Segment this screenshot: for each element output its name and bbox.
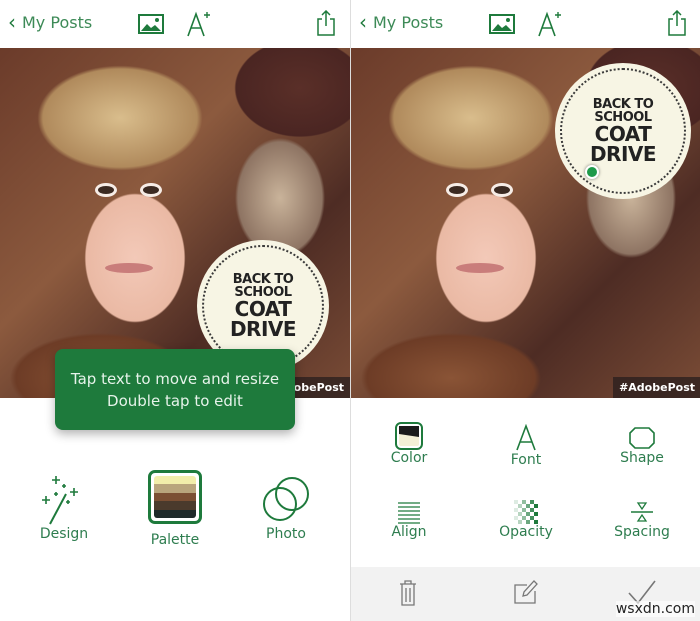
back-button[interactable]: ‹ My Posts — [359, 12, 443, 32]
badge-line4: DRIVE — [589, 142, 657, 166]
photo-eye — [140, 183, 162, 197]
post-photo[interactable]: BACK TO SCHOOL COAT DRIVE #AdobePost — [351, 48, 700, 398]
opacity-cell — [522, 508, 526, 512]
toast-line1: Tap text to move and resize — [70, 369, 280, 388]
add-text-icon[interactable] — [186, 10, 212, 38]
tool-opacity[interactable]: Opacity — [488, 500, 564, 540]
tool-label: Spacing — [614, 524, 670, 540]
tool-label: Color — [390, 450, 428, 466]
opacity-cell — [514, 508, 518, 512]
tool-shape[interactable]: Shape — [604, 426, 680, 466]
opacity-cell — [514, 516, 518, 520]
opacity-cell — [522, 516, 526, 520]
opacity-cell — [522, 500, 526, 504]
badge-line3: COAT — [594, 122, 652, 146]
tool-label: Align — [391, 524, 427, 540]
nav-bar: ‹ My Posts — [0, 0, 350, 48]
tool-photo[interactable]: Photo — [258, 472, 314, 542]
badge-line1: BACK TO — [592, 97, 654, 112]
hint-toast[interactable]: Tap text to move and resize Double tap t… — [55, 349, 295, 430]
magic-wand-icon — [42, 476, 78, 525]
opacity-icon — [514, 500, 538, 524]
toast-line2: Double tap to edit — [107, 391, 243, 410]
spacing-icon — [631, 502, 653, 522]
badge-line1: BACK TO — [232, 272, 294, 287]
resize-handle[interactable] — [585, 165, 599, 179]
tool-label: Opacity — [499, 524, 553, 540]
tool-label: Design — [39, 526, 89, 542]
photo-eye — [491, 183, 513, 197]
tool-label: Photo — [266, 526, 306, 542]
palette-icon — [148, 470, 202, 524]
tool-design[interactable]: Design — [36, 472, 92, 542]
right-screen: ‹ My Posts BACK TO SCHOOL COAT DRIVE #Ad… — [350, 0, 700, 621]
image-icon[interactable] — [138, 14, 164, 34]
badge-line2: SCHOOL — [594, 110, 652, 125]
add-text-icon[interactable] — [537, 10, 563, 38]
watermark: wsxdn.com — [615, 601, 695, 617]
chevron-left-icon: ‹ — [359, 10, 367, 34]
tool-align[interactable]: Align — [371, 500, 447, 540]
font-icon — [516, 424, 536, 451]
photo-mouth — [456, 263, 504, 273]
opacity-cell — [530, 516, 534, 520]
nav-bar: ‹ My Posts — [351, 0, 700, 48]
back-button[interactable]: ‹ My Posts — [8, 12, 92, 32]
opacity-cell — [518, 504, 522, 508]
hashtag-label: #AdobePost — [613, 377, 700, 398]
photo-mouth — [105, 263, 153, 273]
opacity-cell — [530, 500, 534, 504]
share-icon[interactable] — [667, 10, 687, 36]
tool-color[interactable]: Color — [371, 422, 447, 466]
post-photo[interactable]: BACK TO SCHOOL COAT DRIVE #AdobePost — [0, 48, 350, 398]
text-badge-selected[interactable]: BACK TO SCHOOL COAT DRIVE — [555, 63, 691, 199]
badge-line2: SCHOOL — [234, 285, 292, 300]
tool-spacing[interactable]: Spacing — [604, 500, 680, 540]
opacity-cell — [534, 512, 538, 516]
chevron-left-icon: ‹ — [8, 10, 16, 34]
tool-label: Shape — [620, 450, 664, 466]
badge-line4: DRIVE — [229, 317, 297, 341]
align-icon — [398, 502, 420, 524]
tool-palette[interactable]: Palette — [147, 470, 203, 548]
tool-label: Font — [510, 452, 542, 468]
bottom-toolbar: wsxdn.com — [351, 567, 700, 621]
trash-icon[interactable] — [399, 580, 417, 606]
tool-font[interactable]: Font — [488, 424, 564, 468]
image-icon[interactable] — [489, 14, 515, 34]
photo-eye — [446, 183, 468, 197]
photo-eye — [95, 183, 117, 197]
left-screen: ‹ My Posts BACK TO SCHOOL COAT DRIVE #Ad… — [0, 0, 350, 621]
badge-line3: COAT — [234, 297, 292, 321]
opacity-cell — [526, 504, 530, 508]
tool-label: Palette — [150, 532, 200, 548]
edit-icon[interactable] — [513, 579, 539, 605]
photo-filter-icon — [263, 477, 309, 521]
shape-icon — [629, 427, 655, 449]
opacity-cell — [526, 512, 530, 516]
color-swatch-icon — [395, 422, 423, 450]
opacity-cell — [530, 508, 534, 512]
opacity-cell — [534, 504, 538, 508]
back-label: My Posts — [22, 12, 93, 32]
back-label: My Posts — [373, 12, 444, 32]
opacity-cell — [518, 512, 522, 516]
share-icon[interactable] — [316, 10, 336, 36]
opacity-cell — [514, 500, 518, 504]
